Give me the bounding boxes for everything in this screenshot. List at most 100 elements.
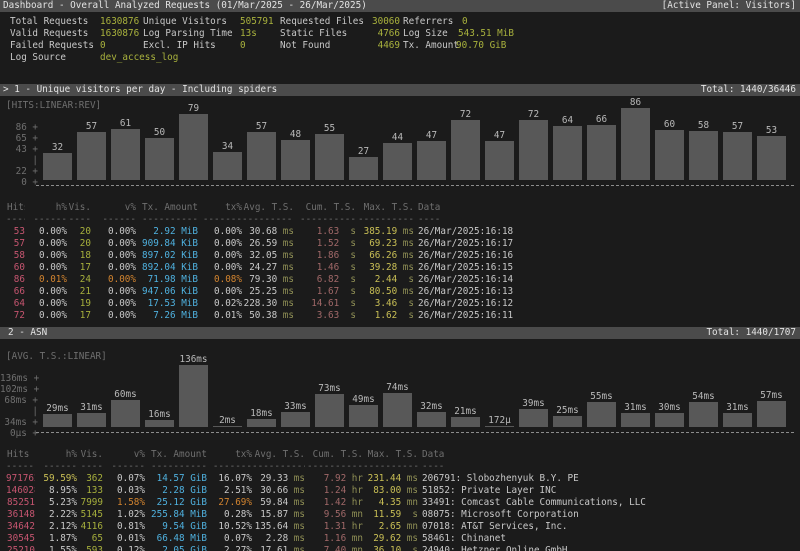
table-header-row: Hitsh%Vis.v%Tx. Amounttx%Avg. T.S.Cum. T… [6,449,800,461]
bar-value-label: 25ms [549,405,586,416]
cell: 0.00% [91,298,136,310]
y-axis-tick: 0µs + [0,428,38,439]
chart-bar [179,365,208,427]
cell: Hits [6,449,35,461]
cell: v% [103,449,145,461]
cell: 15.87 ms [252,509,305,521]
cell: 0.00% [25,226,67,238]
cell: 2.28 GiB [145,485,207,497]
chart-bar [315,394,344,427]
cell: 24 [67,274,91,286]
cell: 66 [6,286,25,298]
referrers-label: Referrers [403,16,453,28]
cell: Vis. [67,202,91,214]
chart-bar [723,132,752,180]
table-row[interactable]: 570.00%200.00%909.84 KiB0.00%26.59 ms1.5… [6,238,800,250]
bar-value-label: 47 [413,130,450,141]
table-row[interactable]: 1460288.95%1330.03%2.28 GiB2.51%30.66 ms… [6,485,800,497]
cell: 0.00% [198,286,242,298]
bar-value-label: 31ms [719,402,756,413]
unique-visitors-label: Unique Visitors [143,16,227,28]
cell: 21 [67,286,91,298]
table-row[interactable]: 530.00%200.00%2.92 MiB0.00%30.68 ms1.63 … [6,226,800,238]
cell: 17 [67,310,91,322]
table-row[interactable]: 346422.12%41160.81%9.54 GiB10.52%135.64 … [6,521,800,533]
chart-bar [179,114,208,180]
cell: 0.00% [91,274,136,286]
cell: 1.42 hr [305,497,363,509]
table-row[interactable]: 361482.22%51451.02%255.84 MiB0.28%15.87 … [6,509,800,521]
cell: 58461: Chinanet [418,533,800,545]
cell: 1.55% [35,545,77,551]
log-parsing-time-value: 13s [240,28,257,40]
cell: 3.46 s [356,298,414,310]
cell: 0.01% [103,533,145,545]
chart-bar [383,143,412,180]
table-row[interactable]: 720.00%170.00%7.26 MiB0.01%50.38 ms3.63 … [6,310,800,322]
panel-2-total: Total: 1440/1707 [706,327,796,339]
failed-requests-label: Failed Requests [10,40,94,52]
bar-value-label: 61 [107,118,144,129]
table-row[interactable]: 305451.87%650.01%66.48 MiB0.07%2.28 ms1.… [6,533,800,545]
bar-value-label: 18ms [243,408,280,419]
cell: ------ [35,461,77,473]
unique-visitors-value: 505791 [240,16,274,28]
cell: 0.81% [103,521,145,533]
table-row[interactable]: 97176259.59%3620.07%14.57 GiB16.07%29.33… [6,473,800,485]
tx-amount-value: 90.70 GiB [456,40,506,52]
cell: 80.50 ms [356,286,414,298]
not-found-value: 4469 [340,40,400,52]
cell: 362 [77,473,103,485]
cell: 36.10 s [363,545,418,551]
table-row[interactable]: 252101.55%5930.12%2.05 GiB2.27%17.61 ms7… [6,545,800,551]
cell: Avg. T.S. [242,202,294,214]
cell: ---------- [363,461,418,473]
cell: ---------- [242,214,294,226]
bar-value-label: 58 [685,120,722,131]
table-header-row: Hitsh%Vis.v%Tx. Amounttx%Avg. T.S.Cum. T… [6,202,800,214]
cell: 0.00% [91,238,136,250]
chart-bar [281,140,310,180]
cell: 0.00% [91,286,136,298]
table-row[interactable]: 600.00%170.00%892.04 KiB0.00%24.27 ms1.4… [6,262,800,274]
panel-1-header[interactable]: > 1 - Unique visitors per day - Includin… [0,84,800,96]
panel-2-header[interactable]: 2 - ASN Total: 1440/1707 [0,327,800,339]
cell: 5145 [77,509,103,521]
chart-bar [621,413,650,427]
excl-ip-hits-label: Excl. IP Hits [143,40,216,52]
cell: 1.24 hr [305,485,363,497]
log-source-value: dev_access_log [100,52,178,64]
cell: Tx. Amount [136,202,198,214]
cell: ---------- [294,214,356,226]
cell: 14.57 GiB [145,473,207,485]
cell: 34642 [6,521,35,533]
cell: 66.48 MiB [145,533,207,545]
cell: 14.61 s [294,298,356,310]
cell: 59.84 ms [252,497,305,509]
active-panel-indicator: [Active Panel: Visitors] [662,0,796,12]
cell: 7999 [77,497,103,509]
table-row[interactable]: 660.00%210.00%947.06 KiB0.00%25.25 ms1.6… [6,286,800,298]
cell: 53 [6,226,25,238]
bar-value-label: 172µ [481,415,518,426]
cell: 2.12% [35,521,77,533]
cell: 0.07% [103,473,145,485]
cell: h% [35,449,77,461]
table-row[interactable]: 852515.23%79991.58%25.12 GiB27.69%59.84 … [6,497,800,509]
window-title: Dashboard - Overall Analyzed Requests (0… [3,0,367,12]
chart-bar [451,120,480,180]
cell: 3.63 s [294,310,356,322]
table-row[interactable]: 640.00%190.00%17.53 MiB0.02%228.30 ms14.… [6,298,800,310]
chart-1-plot-area: 3257615079345748552744477247726466866058… [0,108,800,180]
bar-value-label: 60 [651,119,688,130]
cell: 17.53 MiB [136,298,198,310]
cell: Data [414,202,800,214]
bar-value-label: 72 [447,109,484,120]
bar-value-label: 21ms [447,406,484,417]
chart-bar [247,419,276,427]
cell: 255.84 MiB [145,509,207,521]
chart-bar [587,125,616,180]
table-row[interactable]: 860.01%240.00%71.98 MiB0.08%79.30 ms6.82… [6,274,800,286]
chart-bar [689,402,718,427]
table-row[interactable]: 580.00%180.00%897.02 KiB0.00%32.05 ms1.8… [6,250,800,262]
